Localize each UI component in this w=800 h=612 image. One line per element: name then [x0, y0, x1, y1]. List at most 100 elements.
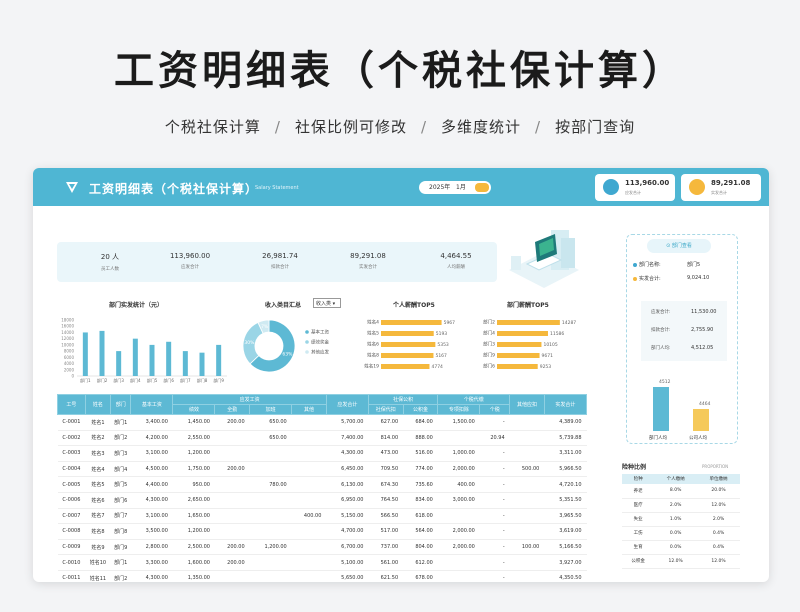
- table-row[interactable]: C-0009 姓名9 部门9 2,800.00 2,500.00 200.00 1,200.…: [57, 539, 587, 556]
- table-cell: 2,000.00: [437, 523, 480, 540]
- svg-text:4512: 4512: [659, 379, 671, 385]
- ratio-cell: 12.0%: [697, 498, 740, 513]
- table-cell: 3,300.00: [130, 554, 173, 571]
- table-cell: 517.00: [368, 523, 404, 540]
- bar: [497, 320, 560, 325]
- slice-label: 63%: [282, 351, 293, 357]
- legend-marker: [305, 350, 309, 354]
- table-cell: C-0010: [57, 554, 86, 571]
- wallet-icon: [603, 179, 619, 195]
- table-cell: 1,450.00: [172, 414, 215, 431]
- table-cell: C-0005: [57, 476, 86, 493]
- table-cell: C-0006: [57, 492, 86, 509]
- x-tick-label: 部门7: [180, 377, 191, 383]
- table-cell: 5,100.00: [326, 554, 369, 571]
- table-row[interactable]: C-0008 姓名8 部门8 3,500.00 1,200.00 4,700.00 517.…: [57, 523, 587, 540]
- y-tick-label: 6000: [64, 355, 75, 360]
- table-cell: 3,965.50: [544, 508, 587, 525]
- dept-bar-chart: 0 2000400060008000 10000120001400016000180…: [61, 318, 227, 383]
- svg-text:4464: 4464: [699, 401, 711, 407]
- table-row[interactable]: C-0004 姓名4 部门4 4,500.00 1,750.00 200.00 6,450.…: [57, 461, 587, 478]
- bar: [99, 330, 105, 376]
- ratio-cell: 医疗: [622, 498, 655, 513]
- income-category-select[interactable]: 收入类 ▾: [313, 298, 341, 308]
- table-cell: 621.50: [368, 570, 404, 582]
- ratio-cell: 0.4%: [697, 526, 740, 541]
- table-cell: -: [479, 554, 510, 571]
- table-cell: 1,500.00: [437, 414, 480, 431]
- table-cell: [249, 554, 292, 571]
- table-cell: [509, 430, 545, 447]
- table-cell: 1,200.00: [249, 539, 292, 556]
- ratio-cell: 8.0%: [654, 484, 698, 499]
- table-row[interactable]: C-0003 姓名3 部门3 3,100.00 1,200.00 4,300.00 473.…: [57, 445, 587, 462]
- table-cell: [291, 445, 327, 462]
- bar: [381, 364, 430, 369]
- top5-person-chart: 姓名4 5967 姓名5 5193 姓名6 5353 姓名8 5167 姓名19 4774: [364, 319, 455, 371]
- table-row[interactable]: C-0010 姓名10 部门1 3,300.00 1,600.00 200.00 5,100…: [57, 554, 587, 571]
- bar: [199, 352, 205, 376]
- table-cell: [214, 492, 250, 509]
- table-cell: [291, 539, 327, 556]
- stat-gross: 113,960.00 应发合计: [169, 252, 211, 270]
- table-cell: 部门4: [110, 461, 131, 478]
- table-cell: [249, 445, 292, 462]
- dept-select[interactable]: 部门5: [687, 261, 700, 268]
- calendar-icon[interactable]: [475, 183, 489, 192]
- table-cell: 3,500.00: [130, 523, 173, 540]
- legend-marker: [305, 330, 309, 334]
- table-cell: 5,166.50: [544, 539, 587, 556]
- category-label: 部门6: [483, 363, 495, 370]
- table-cell: 姓名11: [85, 570, 111, 582]
- table-cell: -: [479, 461, 510, 478]
- table-row[interactable]: C-0002 姓名2 部门2 4,200.00 2,550.00 650.00 7,400.…: [57, 430, 587, 447]
- bullet-blue: [633, 263, 637, 267]
- y-tick-label: 16000: [61, 324, 74, 329]
- ratio-row: 养老 8.0% 20.0%: [622, 484, 740, 499]
- category-label: 部门3: [483, 341, 495, 348]
- table-cell: 400.00: [437, 476, 480, 493]
- table-cell: [291, 461, 327, 478]
- table-cell: 姓名7: [85, 508, 111, 525]
- table-cell: 2,550.00: [172, 430, 215, 447]
- avg-compare-chart: 4512 4464 部门人均 公司人均: [649, 379, 711, 441]
- x-tick-label: 部门2: [97, 377, 108, 383]
- bar: [149, 344, 155, 376]
- ratio-cell: 生育: [622, 540, 655, 555]
- feature-3: 多维度统计: [441, 118, 522, 136]
- table-row[interactable]: C-0005 姓名5 部门5 4,400.00 950.00 780.00 6,130.00…: [57, 476, 587, 493]
- date-selector[interactable]: 2025年 1月: [419, 181, 491, 194]
- table-row[interactable]: C-0007 姓名7 部门7 3,100.00 1,650.00 400.00 5,150.…: [57, 508, 587, 525]
- bar: [381, 331, 434, 336]
- table-cell: 3,311.00: [544, 445, 587, 462]
- table-row[interactable]: C-0006 姓名6 部门6 4,300.00 2,650.00 6,950.00 764.…: [57, 492, 587, 509]
- bar: [381, 320, 442, 325]
- table-cell: 4,300.00: [326, 445, 369, 462]
- dept-query-button[interactable]: ⊙ 部门查看: [647, 239, 711, 253]
- table-cell: 2,000.00: [437, 539, 480, 556]
- table-row[interactable]: C-0011 姓名11 部门2 4,300.00 1,350.00 5,650.00 621…: [57, 570, 587, 582]
- table-cell: [249, 570, 292, 582]
- data-label: 5167: [435, 353, 447, 359]
- table-cell: [214, 508, 250, 525]
- table-row[interactable]: C-0001 姓名1 部门1 3,400.00 1,450.00 200.00 650.00…: [57, 414, 587, 431]
- table-cell: [214, 523, 250, 540]
- table-cell: 部门8: [110, 523, 131, 540]
- table-cell: 566.50: [368, 508, 404, 525]
- feature-4: 按部门查询: [555, 118, 636, 136]
- ratio-cell: 养老: [622, 484, 655, 499]
- table-cell: [291, 414, 327, 431]
- table-cell: 684.00: [403, 414, 438, 431]
- table-cell: 姓名9: [85, 539, 111, 556]
- chevron-down-icon: ▾: [332, 301, 336, 307]
- legend-label: 其他应发: [311, 349, 329, 356]
- slice-label: 7%: [261, 324, 269, 330]
- y-tick-label: 10000: [61, 342, 74, 347]
- feature-1: 个税社保计算: [164, 118, 261, 136]
- table-cell: [249, 492, 292, 509]
- legend-marker: [305, 340, 309, 344]
- table-cell: 1,750.00: [172, 461, 215, 478]
- main-panel: 20 人员工人数 113,960.00 应发合计 26,981.74 扣款合计 89…: [41, 212, 598, 582]
- bar: [216, 344, 222, 376]
- y-tick-label: 2000: [64, 367, 75, 372]
